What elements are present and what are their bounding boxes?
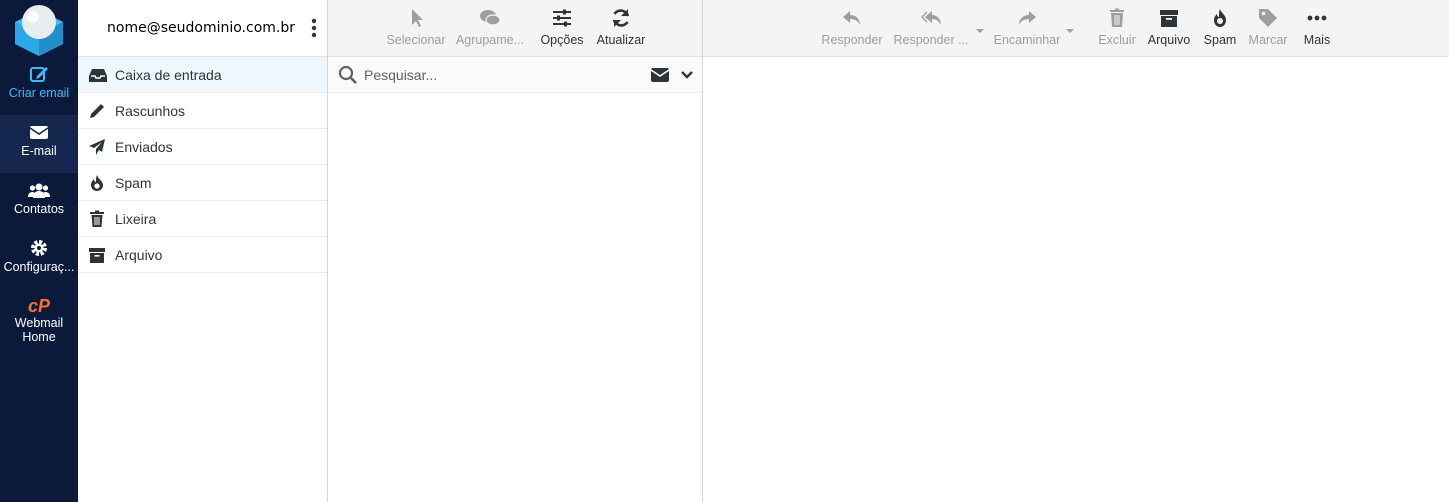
message-content-panel: Responder Responder ... Encaminhar Exclu…: [703, 0, 1449, 502]
nav-contacts-label: Contatos: [13, 202, 65, 216]
envelope-icon: [28, 121, 50, 143]
gear-icon: [28, 237, 50, 259]
mark-button[interactable]: Marcar: [1245, 0, 1291, 57]
nav-settings[interactable]: Configuraç...: [0, 231, 78, 289]
horizontal-dots-icon: [1306, 7, 1328, 29]
fire-icon: [88, 174, 106, 192]
nav-mail-label: E-mail: [21, 144, 57, 158]
message-preview-area: [703, 57, 1449, 502]
delete-button[interactable]: Excluir: [1095, 0, 1139, 57]
nav-settings-label: Configuraç...: [3, 260, 75, 274]
left-navigation: Criar email E-mail Contatos Configuraç..…: [0, 0, 78, 502]
folder-header: nome@seudominio.com.br: [78, 0, 327, 57]
nav-webmail-home[interactable]: cP Webmail Home: [0, 289, 78, 353]
compose-icon: [28, 63, 50, 85]
reply-all-icon: [920, 7, 942, 29]
message-list-panel: Selecionar Agrupame... Opções Atualizar: [328, 0, 703, 502]
trash-icon: [88, 210, 106, 228]
account-username: nome@seudominio.com.br: [107, 20, 295, 36]
cursor-pointer-icon: [405, 7, 427, 29]
message-list: [328, 93, 702, 502]
nav-mail[interactable]: E-mail: [0, 115, 78, 173]
comments-icon: [479, 7, 501, 29]
message-toolbar: Responder Responder ... Encaminhar Exclu…: [703, 0, 1449, 57]
forward-dropdown-caret[interactable]: [1065, 22, 1075, 33]
tag-icon: [1257, 7, 1279, 29]
reply-all-button[interactable]: Responder ...: [892, 0, 970, 57]
folder-drafts[interactable]: Rascunhos: [78, 93, 327, 129]
refresh-icon: [610, 7, 632, 29]
chevron-down-icon[interactable]: [680, 66, 694, 84]
folder-spam[interactable]: Spam: [78, 165, 327, 201]
reply-icon: [841, 7, 863, 29]
folder-sent-label: Enviados: [115, 139, 173, 155]
forward-icon: [1016, 7, 1038, 29]
nav-compose[interactable]: Criar email: [0, 57, 78, 115]
nav-contacts[interactable]: Contatos: [0, 173, 78, 231]
inbox-icon: [88, 66, 107, 84]
archive-button[interactable]: Arquivo: [1144, 0, 1194, 57]
search-bar: [328, 57, 702, 93]
spam-button[interactable]: Spam: [1199, 0, 1241, 57]
vertical-dots-icon: [311, 18, 317, 38]
nav-compose-label: Criar email: [8, 86, 70, 100]
pencil-icon: [88, 102, 106, 120]
search-icon[interactable]: [338, 65, 358, 85]
archive-icon: [1158, 7, 1180, 29]
threads-label: Agrupame...: [455, 33, 525, 47]
select-button[interactable]: Selecionar: [383, 0, 449, 57]
users-icon: [28, 179, 50, 201]
folder-inbox[interactable]: Caixa de entrada: [78, 57, 327, 93]
folder-drafts-label: Rascunhos: [115, 103, 186, 119]
sliders-icon: [551, 7, 573, 29]
archive-label: Arquivo: [1147, 33, 1191, 47]
folder-sent[interactable]: Enviados: [78, 129, 327, 165]
trash-icon: [1106, 7, 1128, 29]
cpanel-icon: cP: [28, 296, 51, 316]
folder-archive-label: Arquivo: [115, 247, 163, 263]
reply-label: Responder: [821, 33, 883, 47]
fire-icon: [1209, 7, 1231, 29]
refresh-button[interactable]: Atualizar: [593, 0, 649, 57]
folder-trash[interactable]: Lixeira: [78, 201, 327, 237]
forward-button[interactable]: Encaminhar: [992, 0, 1062, 57]
search-input[interactable]: [364, 63, 634, 87]
refresh-label: Atualizar: [596, 33, 646, 47]
forward-label: Encaminhar: [993, 33, 1061, 47]
folder-inbox-label: Caixa de entrada: [115, 67, 222, 83]
folder-trash-label: Lixeira: [115, 211, 157, 227]
reply-button[interactable]: Responder: [817, 0, 887, 57]
reply-all-dropdown-caret[interactable]: [975, 22, 985, 33]
paper-plane-icon: [88, 138, 106, 156]
account-menu-button[interactable]: [307, 16, 321, 40]
envelope-filter-icon[interactable]: [650, 66, 670, 84]
archive-icon: [88, 246, 106, 264]
options-button[interactable]: Opções: [534, 0, 590, 57]
more-label: Mais: [1303, 33, 1331, 47]
delete-label: Excluir: [1098, 33, 1136, 47]
folder-spam-label: Spam: [115, 175, 152, 191]
more-button[interactable]: Mais: [1297, 0, 1337, 57]
folder-archive[interactable]: Arquivo: [78, 237, 327, 273]
mark-label: Marcar: [1248, 33, 1288, 47]
reply-all-label: Responder ...: [893, 33, 969, 47]
nav-webmail-home-label: Webmail Home: [14, 316, 64, 344]
threads-button[interactable]: Agrupame...: [455, 0, 525, 57]
options-label: Opções: [540, 33, 584, 47]
roundcube-logo[interactable]: [0, 0, 78, 57]
folder-panel: nome@seudominio.com.br Caixa de entrada …: [78, 0, 328, 502]
select-label: Selecionar: [386, 33, 446, 47]
list-toolbar: Selecionar Agrupame... Opções Atualizar: [328, 0, 702, 57]
spam-label: Spam: [1203, 33, 1237, 47]
